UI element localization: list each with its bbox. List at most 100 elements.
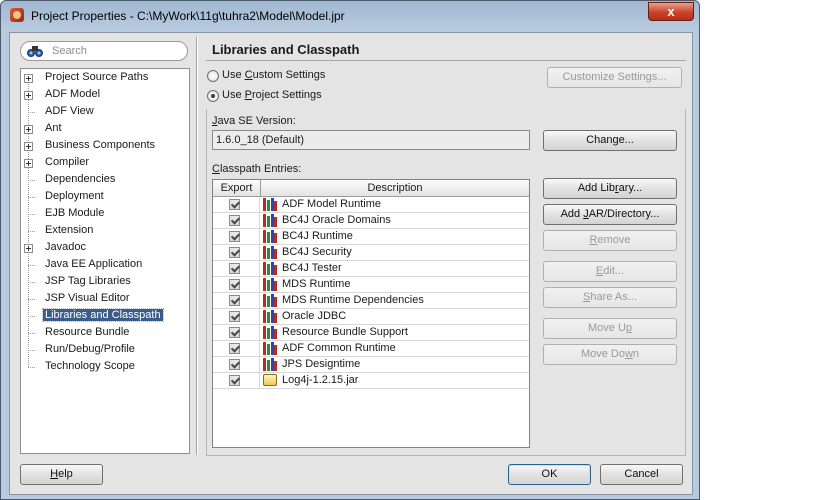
export-checkbox[interactable] — [229, 199, 240, 210]
export-checkbox[interactable] — [229, 359, 240, 370]
tree-item[interactable]: Dependencies — [21, 172, 189, 189]
export-checkbox[interactable] — [229, 327, 240, 338]
tree-item-label: Dependencies — [45, 173, 116, 185]
tree-item[interactable]: ADF View — [21, 104, 189, 121]
use-custom-settings-label[interactable]: Use Custom Settings — [222, 69, 325, 81]
tree-item[interactable]: Deployment — [21, 189, 189, 206]
description-cell: Oracle JDBC — [282, 310, 347, 322]
expand-plus-icon[interactable] — [24, 244, 33, 253]
cancel-button[interactable]: Cancel — [600, 464, 683, 485]
ok-button[interactable]: OK — [508, 464, 591, 485]
table-row[interactable]: BC4J Runtime — [213, 229, 529, 245]
move-up-button[interactable]: Move Up — [543, 318, 677, 339]
title-bar[interactable]: Project Properties - C:\MyWork\11g\tuhra… — [1, 1, 701, 31]
classpath-entries-table[interactable]: Export Description ADF Model Runtime BC4J… — [212, 179, 530, 448]
page-title: Libraries and Classpath — [206, 41, 686, 61]
tree-item[interactable]: Run/Debug/Profile — [21, 342, 189, 359]
use-project-settings-label[interactable]: Use Project Settings — [222, 89, 322, 101]
tree-connector — [28, 333, 35, 334]
tree-connector — [28, 316, 35, 317]
tree-item[interactable]: Libraries and Classpath — [21, 308, 189, 325]
tree-item-label: Javadoc — [45, 241, 86, 253]
move-down-button[interactable]: Move Down — [543, 344, 677, 365]
use-project-settings-radio[interactable] — [207, 90, 219, 102]
tree-item[interactable]: Extension — [21, 223, 189, 240]
add-library-button[interactable]: Add Library... — [543, 178, 677, 199]
table-row[interactable]: MDS Runtime — [213, 277, 529, 293]
tree-item-label: JSP Tag Libraries — [45, 275, 131, 287]
category-tree[interactable]: Project Source Paths ADF Model ADF View Ant… — [20, 68, 190, 454]
expand-plus-icon[interactable] — [24, 159, 33, 168]
description-cell: MDS Runtime — [282, 278, 351, 290]
tree-item[interactable]: Ant — [21, 121, 189, 138]
description-cell: ADF Model Runtime — [282, 198, 382, 210]
library-icon — [263, 246, 277, 259]
jar-icon — [263, 374, 277, 386]
tree-item[interactable]: Business Components — [21, 138, 189, 155]
dialog-window: Project Properties - C:\MyWork\11g\tuhra… — [0, 0, 700, 500]
table-row[interactable]: Log4j-1.2.15.jar — [213, 373, 529, 389]
table-row[interactable]: ADF Model Runtime — [213, 197, 529, 213]
table-row[interactable]: JPS Designtime — [213, 357, 529, 373]
tree-item[interactable]: EJB Module — [21, 206, 189, 223]
edit-button[interactable]: Edit... — [543, 261, 677, 282]
close-button[interactable]: x — [648, 2, 694, 21]
export-cell — [213, 357, 260, 372]
tree-item[interactable]: Resource Bundle — [21, 325, 189, 342]
export-checkbox[interactable] — [229, 375, 240, 386]
remove-button[interactable]: Remove — [543, 230, 677, 251]
table-row[interactable]: Oracle JDBC — [213, 309, 529, 325]
customize-settings-button[interactable]: Customize Settings... — [547, 67, 682, 88]
export-checkbox[interactable] — [229, 215, 240, 226]
tree-item[interactable]: JSP Tag Libraries — [21, 274, 189, 291]
table-row[interactable]: BC4J Security — [213, 245, 529, 261]
change-button[interactable]: Change... — [543, 130, 677, 151]
export-checkbox[interactable] — [229, 231, 240, 242]
table-row[interactable]: ADF Common Runtime — [213, 341, 529, 357]
export-checkbox[interactable] — [229, 263, 240, 274]
expand-plus-icon[interactable] — [24, 125, 33, 134]
java-se-version-label: Java SE Version: — [212, 115, 296, 127]
export-cell — [213, 341, 260, 356]
tree-connector — [28, 367, 35, 368]
tree-item[interactable]: ADF Model — [21, 87, 189, 104]
export-checkbox[interactable] — [229, 247, 240, 258]
export-checkbox[interactable] — [229, 295, 240, 306]
expand-plus-icon[interactable] — [24, 142, 33, 151]
table-row[interactable]: BC4J Tester — [213, 261, 529, 277]
tree-item[interactable]: JSP Visual Editor — [21, 291, 189, 308]
description-cell: Log4j-1.2.15.jar — [282, 374, 359, 386]
tree-item-label: JSP Visual Editor — [45, 292, 130, 304]
panel-splitter[interactable] — [196, 37, 198, 455]
table-row[interactable]: BC4J Oracle Domains — [213, 213, 529, 229]
help-button[interactable]: Help — [20, 464, 103, 485]
export-checkbox[interactable] — [229, 311, 240, 322]
tree-item[interactable]: Javadoc — [21, 240, 189, 257]
tree-item-label: Run/Debug/Profile — [45, 343, 135, 355]
table-row[interactable]: Resource Bundle Support — [213, 325, 529, 341]
use-custom-settings-radio[interactable] — [207, 70, 219, 82]
tree-item-label: EJB Module — [45, 207, 105, 219]
description-cell: MDS Runtime Dependencies — [282, 294, 424, 306]
export-column-header[interactable]: Export — [213, 180, 261, 197]
expand-plus-icon[interactable] — [24, 91, 33, 100]
add-jar-directory-button[interactable]: Add JAR/Directory... — [543, 204, 677, 225]
export-cell — [213, 213, 260, 228]
search-input[interactable]: Search — [20, 41, 188, 61]
description-cell: BC4J Security — [282, 246, 352, 258]
table-row[interactable]: MDS Runtime Dependencies — [213, 293, 529, 309]
tree-item[interactable]: Java EE Application — [21, 257, 189, 274]
window-title: Project Properties - C:\MyWork\11g\tuhra… — [31, 9, 345, 23]
export-checkbox[interactable] — [229, 343, 240, 354]
description-column-header[interactable]: Description — [261, 180, 529, 197]
tree-item-label: Technology Scope — [45, 360, 135, 372]
tree-item[interactable]: Technology Scope — [21, 359, 189, 376]
tree-item[interactable]: Project Source Paths — [21, 70, 189, 87]
expand-plus-icon[interactable] — [24, 74, 33, 83]
export-checkbox[interactable] — [229, 279, 240, 290]
export-cell — [213, 245, 260, 260]
library-icon — [263, 342, 277, 355]
share-as-button[interactable]: Share As... — [543, 287, 677, 308]
tree-item[interactable]: Compiler — [21, 155, 189, 172]
classpath-entries-label: Classpath Entries: — [212, 163, 302, 175]
